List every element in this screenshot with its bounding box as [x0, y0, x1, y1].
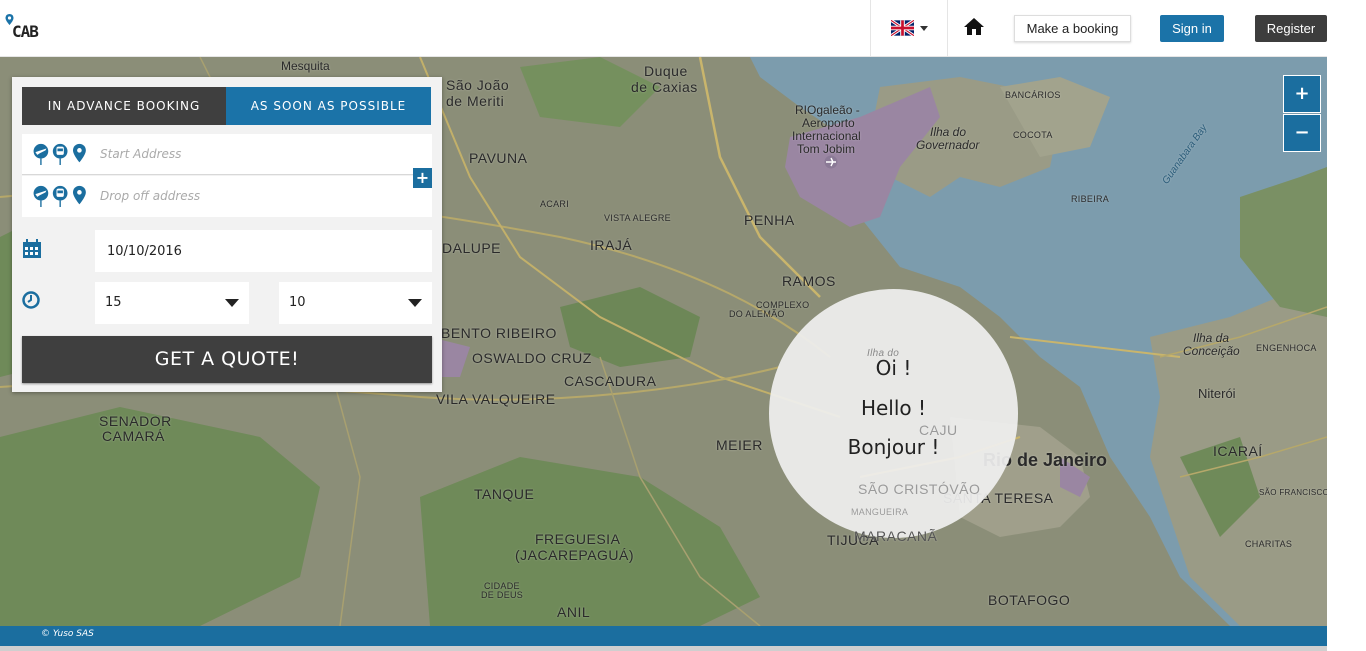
dropdown-arrow-icon	[225, 299, 239, 307]
map-label: VISTA ALEGRE	[604, 213, 671, 223]
register-button[interactable]: Register	[1255, 15, 1327, 42]
airport-icon	[824, 155, 838, 169]
map-label: FREGUESIA	[535, 531, 621, 547]
language-selector[interactable]	[891, 19, 931, 39]
map-label: IRAJÁ	[590, 237, 633, 253]
calendar-icon	[23, 239, 41, 258]
dropoff-address-input[interactable]	[100, 184, 400, 208]
home-icon[interactable]	[962, 15, 986, 39]
greeting-text: Hello !	[860, 396, 927, 420]
plane-icon	[33, 143, 49, 165]
map-label: DALUPE	[442, 240, 502, 256]
start-address-row	[22, 134, 432, 175]
minute-select[interactable]: 10	[279, 282, 432, 324]
map-label: SÃO CRISTÓVÃO	[858, 481, 981, 497]
map-label: RIOgaleão -	[795, 103, 860, 117]
map-label: Aeroporto	[802, 116, 855, 130]
map-label: ANIL	[557, 604, 591, 620]
zoom-in-button[interactable]: +	[1283, 75, 1321, 113]
map-label: BENTO RIBEIRO	[441, 325, 557, 341]
minute-value: 10	[289, 295, 306, 310]
map-label: OSWALDO CRUZ	[472, 350, 592, 366]
map-label: PENHA	[744, 212, 795, 228]
greeting-bubble: Ilha do CAJU SÃO CRISTÓVÃO MANGUEIRA MAR…	[769, 289, 1018, 544]
map-label: SENADOR	[99, 413, 172, 429]
clock-icon	[22, 291, 40, 309]
map-label: Conceição	[1183, 344, 1240, 358]
header-divider	[870, 0, 871, 57]
sign-in-button[interactable]: Sign in	[1160, 15, 1224, 42]
map-label: ACARI	[540, 199, 570, 209]
map-label: ENGENHOCA	[1256, 343, 1317, 353]
map-label: MANGUEIRA	[851, 507, 909, 517]
make-booking-button[interactable]: Make a booking	[1014, 15, 1131, 42]
map-label: TANQUE	[474, 486, 535, 502]
plane-icon	[33, 185, 49, 207]
map-label: CHARITAS	[1245, 539, 1293, 549]
address-type-icons	[33, 143, 86, 165]
train-icon	[52, 143, 68, 165]
location-pin-icon	[73, 185, 86, 205]
date-field[interactable]	[95, 230, 432, 272]
cab-logo[interactable]: CAB	[5, 14, 45, 44]
map-label: de Meriti	[446, 93, 505, 109]
map-label: MEIER	[716, 437, 763, 453]
copyright-text: © Yuso SAS	[41, 629, 94, 639]
zoom-out-button[interactable]: −	[1283, 114, 1321, 152]
hour-select[interactable]: 15	[95, 282, 249, 324]
map-label: MARACANÃ	[854, 528, 938, 544]
greeting-text: Oi !	[875, 356, 912, 380]
map-label: Duque	[644, 63, 688, 79]
map-label: DE DEUS	[481, 590, 524, 600]
map-label: CASCADURA	[564, 373, 657, 389]
map-label: PAVUNA	[469, 150, 528, 166]
uk-flag-icon	[891, 20, 914, 36]
map-label: Ilha da	[1193, 331, 1230, 345]
booking-panel: IN ADVANCE BOOKING AS SOON AS POSSIBLE S…	[12, 77, 442, 392]
map-label: BANCÁRIOS	[1005, 90, 1061, 100]
hour-value: 15	[105, 295, 122, 310]
map-label: ICARAÍ	[1213, 443, 1263, 459]
map-label: BOTAFOGO	[988, 592, 1071, 608]
map-label: Ilha do	[930, 125, 967, 139]
map-label: Mesquita	[281, 59, 330, 73]
address-type-icons	[33, 185, 86, 207]
greeting-text: Bonjour !	[847, 435, 940, 459]
logo-text: CAB	[12, 22, 39, 41]
chevron-down-icon	[920, 26, 928, 31]
dropdown-arrow-icon	[408, 299, 422, 307]
map-label: CAMARÁ	[102, 428, 165, 444]
footer-bar: © Yuso SAS	[0, 626, 1327, 646]
map-label: VILA VALQUEIRE	[436, 391, 556, 407]
app-root: CAB Make a booking Sign in Register Mesq…	[0, 0, 1366, 651]
bottom-strip	[0, 646, 1327, 651]
train-icon	[52, 185, 68, 207]
map-label: RIBEIRA	[1071, 194, 1110, 204]
top-header: CAB Make a booking Sign in Register	[0, 0, 1327, 57]
map-label: (JACAREPAGUÁ)	[515, 547, 635, 563]
map-label: de Caxias	[631, 79, 698, 95]
start-address-input[interactable]	[100, 142, 400, 166]
map-label: Internacional	[792, 129, 861, 143]
map-label: COCOTA	[1013, 130, 1053, 140]
map-label: São João	[446, 77, 510, 93]
map-label: RAMOS	[782, 273, 836, 289]
location-pin-icon	[73, 143, 86, 163]
add-stop-button[interactable]: +	[413, 168, 432, 188]
map-label: Niterói	[1198, 386, 1236, 401]
tab-in-advance-booking[interactable]: IN ADVANCE BOOKING	[22, 87, 226, 125]
tab-as-soon-as-possible[interactable]: AS SOON AS POSSIBLE	[226, 87, 431, 125]
header-divider	[947, 0, 948, 57]
map-label: Tom Jobim	[797, 142, 856, 156]
map-label: DO ALEMÃO	[729, 309, 785, 319]
dropoff-address-row	[22, 176, 432, 217]
map-label: SÃO FRANCISCO	[1259, 488, 1327, 497]
get-quote-button[interactable]: GET A QUOTE!	[22, 336, 432, 383]
map-label: Governador	[916, 138, 980, 152]
